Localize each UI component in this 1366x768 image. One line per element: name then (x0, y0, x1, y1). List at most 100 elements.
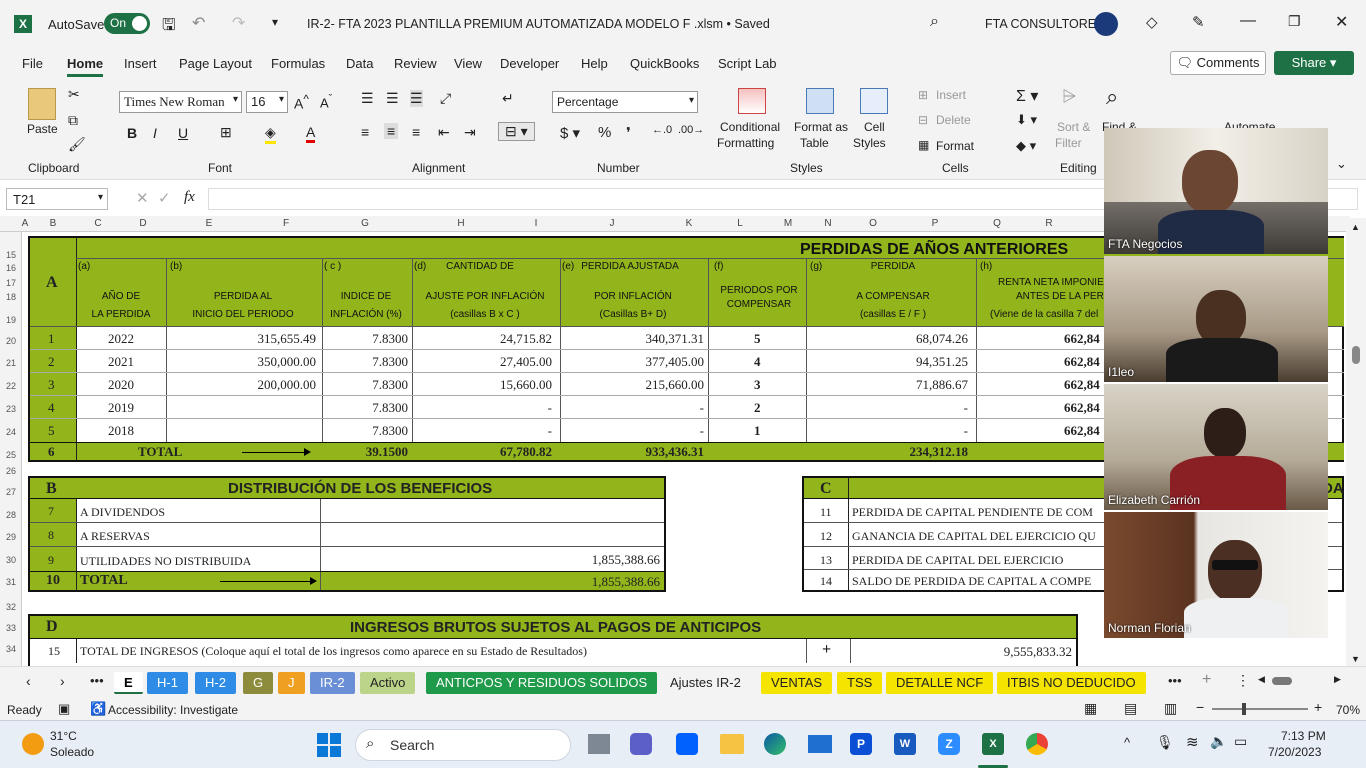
menu-page-layout[interactable]: Page Layout (179, 56, 252, 71)
volume-icon[interactable]: 🔈 (1210, 733, 1227, 750)
tab-itbis-no-deducido[interactable]: ITBIS NO DEDUCIDO (997, 672, 1146, 694)
row-header[interactable]: 25 (0, 450, 22, 460)
column-header-p[interactable]: P (930, 218, 940, 229)
next-sheet-icon[interactable]: › (60, 673, 65, 689)
column-header-k[interactable]: K (684, 218, 694, 229)
save-icon[interactable]: 🖫 (162, 14, 176, 41)
menu-review[interactable]: Review (394, 56, 437, 71)
row-header[interactable]: 33 (0, 623, 22, 633)
underline-icon[interactable]: U (178, 125, 188, 141)
search-box[interactable]: ⌕ Search (355, 729, 571, 761)
sort-filter-icon[interactable]: ⩥ (1062, 86, 1076, 107)
conditional-formatting-label2[interactable]: Formatting (717, 136, 774, 150)
tab-ajustes-ir-2[interactable]: Ajustes IR-2 (660, 672, 751, 694)
word-icon[interactable]: W (894, 733, 916, 755)
microphone-icon[interactable]: 🎙 (1156, 734, 1174, 751)
row-header[interactable]: 18 (0, 292, 22, 302)
column-header-h[interactable]: H (456, 218, 466, 229)
row-header[interactable]: 30 (0, 555, 22, 565)
orientation-icon[interactable]: ⤢ (440, 90, 451, 107)
bold-icon[interactable]: B (127, 125, 137, 141)
file-explorer-icon[interactable] (720, 734, 744, 754)
customize-qat-icon[interactable]: ▾ (272, 15, 278, 29)
scroll-down-icon[interactable]: ▼ (1351, 654, 1360, 664)
cell-styles-icon[interactable] (860, 88, 888, 114)
menu-developer[interactable]: Developer (500, 56, 559, 71)
delete-cells-icon[interactable]: ⊟ (918, 113, 928, 127)
row-header[interactable]: 32 (0, 602, 22, 612)
copy-icon[interactable]: ⧉ (68, 112, 78, 129)
tab-h-1[interactable]: H-1 (147, 672, 188, 694)
tab-anticpos[interactable]: ANTICPOS Y RESIDUOS SOLIDOS (426, 672, 658, 694)
menu-insert[interactable]: Insert (124, 56, 157, 71)
scroll-right-icon[interactable]: ▶ (1334, 674, 1341, 685)
tab-tss[interactable]: TSS (837, 672, 883, 694)
row-header[interactable]: 31 (0, 577, 22, 587)
font-name-select[interactable]: Times New Roman ▾ (119, 91, 242, 113)
column-header-q[interactable]: Q (992, 218, 1002, 229)
find-select-icon[interactable]: ⌕ (1106, 84, 1118, 110)
sort-filter-label2[interactable]: Filter (1055, 136, 1082, 150)
more-tabs-icon[interactable]: ••• (1168, 673, 1182, 688)
sort-filter-label[interactable]: Sort & (1057, 120, 1090, 134)
participant-video[interactable]: Elizabeth Carrión (1104, 384, 1328, 510)
start-icon[interactable] (317, 733, 341, 757)
normal-view-icon[interactable]: ▦ (1084, 700, 1097, 717)
cancel-icon[interactable]: ✕ (136, 189, 149, 207)
align-top-icon[interactable]: ☰ (361, 90, 374, 107)
row-header[interactable]: 17 (0, 278, 22, 288)
format-cells-icon[interactable]: ▦ (918, 138, 929, 152)
horizontal-scrollbar[interactable]: ◀ ▶ (1258, 674, 1346, 688)
row-header[interactable]: 27 (0, 487, 22, 497)
row-header[interactable]: 20 (0, 336, 22, 346)
clock-time[interactable]: 7:13 PM (1281, 729, 1326, 743)
row-header[interactable]: 19 (0, 315, 22, 325)
redo-icon[interactable]: ↷ (232, 13, 245, 33)
excel-taskbar-icon[interactable]: X (982, 733, 1004, 755)
align-middle-icon[interactable]: ☰ (386, 90, 399, 107)
add-sheet-icon[interactable]: + (1202, 671, 1211, 689)
row-header[interactable]: 34 (0, 644, 22, 654)
dropbox-icon[interactable] (676, 733, 698, 755)
mail-icon[interactable] (808, 735, 832, 753)
row-header[interactable]: 26 (0, 466, 22, 476)
row-header[interactable]: 24 (0, 427, 22, 437)
merge-center-icon[interactable]: ⊟ ▾ (498, 122, 535, 141)
tab-h-2[interactable]: H-2 (195, 672, 236, 694)
autosum-icon[interactable]: Σ ▾ (1016, 86, 1038, 106)
menu-quickbooks[interactable]: QuickBooks (630, 56, 699, 71)
scroll-thumb[interactable] (1352, 346, 1360, 364)
comments-button[interactable]: 🗨 Comments (1170, 51, 1266, 75)
teams-icon[interactable] (630, 733, 652, 755)
column-header-j[interactable]: J (607, 218, 617, 229)
fill-icon[interactable]: ⬇ ▾ (1016, 112, 1037, 128)
row-header[interactable]: 21 (0, 358, 22, 368)
column-header-n[interactable]: N (823, 218, 833, 229)
percent-icon[interactable]: % (598, 124, 611, 141)
insert-cells-button[interactable]: Insert (936, 88, 966, 102)
scroll-up-icon[interactable]: ▲ (1351, 222, 1360, 232)
column-header-d[interactable]: D (138, 218, 148, 229)
column-header-f[interactable]: F (281, 218, 291, 229)
menu-data[interactable]: Data (346, 56, 373, 71)
format-as-table-icon[interactable] (806, 88, 834, 114)
wifi-icon[interactable]: ≋ (1186, 733, 1199, 751)
pdf-icon[interactable]: P (850, 733, 872, 755)
column-header-c[interactable]: C (93, 218, 103, 229)
participant-video[interactable]: FTA Negocios (1104, 128, 1328, 254)
conditional-formatting-label[interactable]: Conditional (720, 120, 780, 134)
prev-sheet-icon[interactable]: ‹ (26, 673, 31, 689)
row-header[interactable]: 16 (0, 263, 22, 273)
scroll-left-icon[interactable]: ◀ (1258, 674, 1265, 685)
weather-condition[interactable]: Soleado (50, 745, 94, 759)
font-color-icon[interactable]: A (306, 124, 316, 143)
autosave-toggle[interactable]: On (104, 13, 150, 34)
insert-cells-icon[interactable]: ⊞ (918, 88, 928, 102)
grow-font-icon[interactable]: A^ (294, 93, 309, 112)
menu-file[interactable]: File (22, 56, 43, 71)
format-as-table-label2[interactable]: Table (800, 136, 829, 150)
scroll-thumb[interactable] (1272, 677, 1292, 685)
avatar[interactable] (1094, 12, 1118, 36)
delete-cells-button[interactable]: Delete (936, 113, 971, 127)
tab-ventas[interactable]: VENTAS (761, 672, 833, 694)
